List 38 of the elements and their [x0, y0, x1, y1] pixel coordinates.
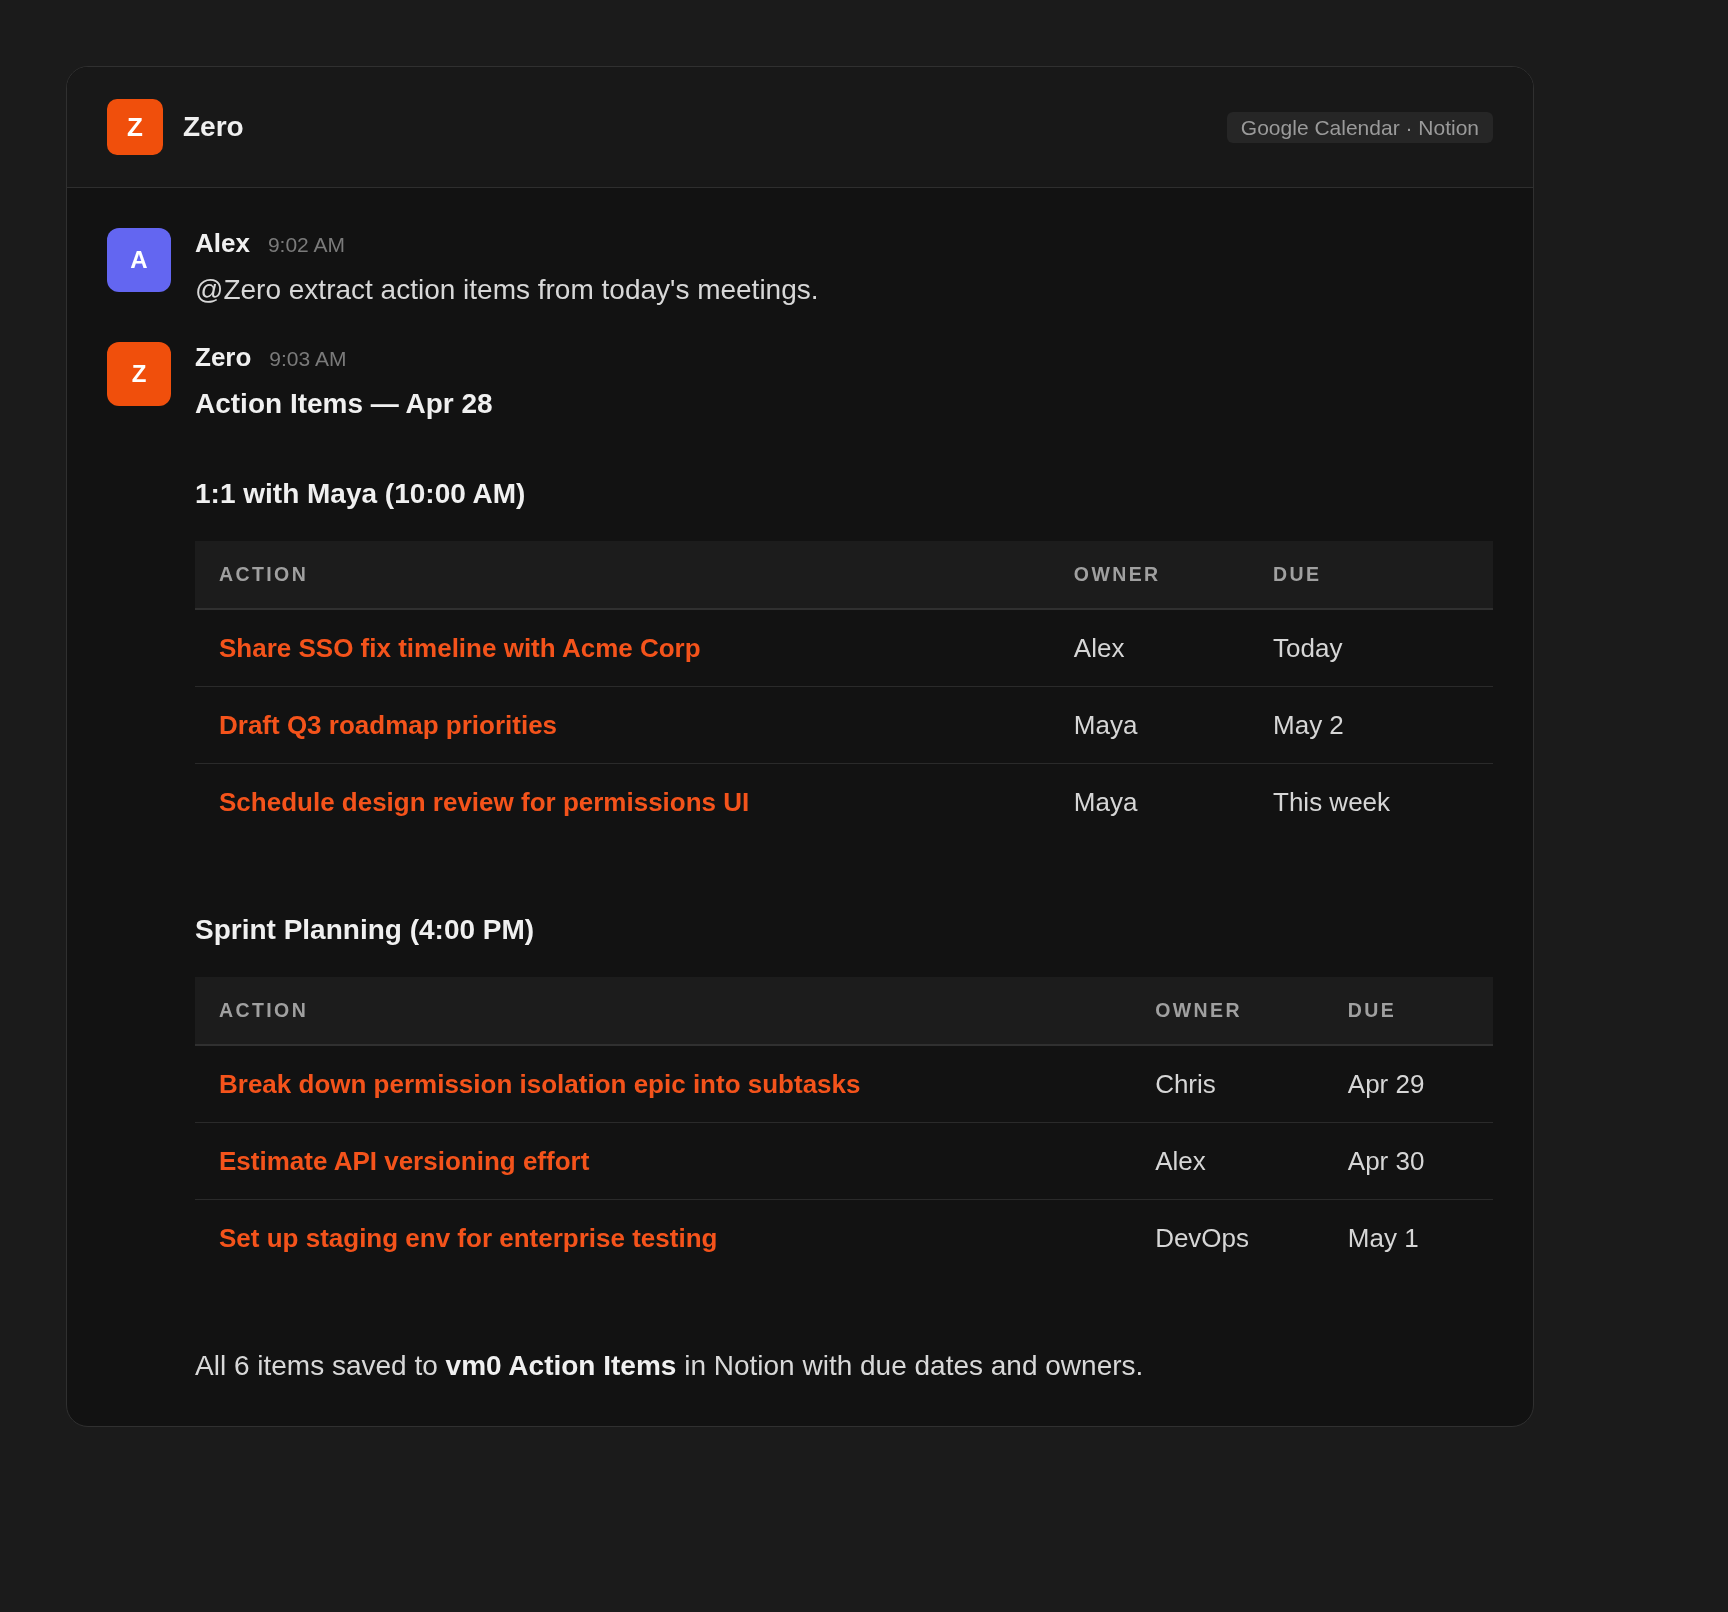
owner-name: Maya: [1073, 787, 1138, 817]
due-date: Apr 29: [1347, 1069, 1425, 1099]
report-title: Action Items — Apr 28: [195, 387, 494, 421]
app-logo: Z: [107, 99, 163, 155]
integrations-tag: Google Calendar · Notion: [1226, 111, 1493, 143]
author-name: Alex: [195, 228, 250, 258]
action-link[interactable]: Estimate API versioning effort: [219, 1146, 590, 1176]
message-text: @Zero extract action items from today's meetings.: [195, 273, 820, 307]
message-time: 9:02 AM: [267, 232, 345, 258]
app-title: Zero: [183, 111, 244, 143]
action-link[interactable]: Break down permission isolation epic into subtasks: [219, 1069, 861, 1099]
due-date: Today: [1273, 633, 1343, 663]
owner-name: DevOps: [1155, 1223, 1250, 1253]
owner-name: Alex: [1073, 633, 1125, 663]
action-link[interactable]: Set up staging env for enterprise testing: [219, 1223, 718, 1253]
author-name: Zero: [195, 342, 252, 372]
summary-text: All 6 items saved to vm0 Action Items in Notion with due dates and owners.: [195, 1349, 1145, 1383]
column-header: DUE: [1347, 999, 1397, 1021]
due-date: May 1: [1347, 1223, 1419, 1253]
action-link[interactable]: Schedule design review for permissions UI: [219, 787, 750, 817]
due-date: May 2: [1273, 710, 1344, 740]
due-date: This week: [1273, 787, 1391, 817]
column-header: OWNER: [1073, 563, 1161, 585]
column-header: DUE: [1273, 563, 1322, 585]
message-time: 9:03 AM: [269, 346, 347, 372]
avatar: A: [107, 228, 171, 292]
section-heading: Sprint Planning (4:00 PM): [195, 913, 536, 947]
column-header: ACTION: [219, 999, 309, 1021]
due-date: Apr 30: [1347, 1146, 1425, 1176]
action-link[interactable]: Draft Q3 roadmap priorities: [219, 710, 558, 740]
owner-name: Alex: [1155, 1146, 1206, 1176]
owner-name: Chris: [1155, 1069, 1216, 1099]
action-link[interactable]: Share SSO fix timeline with Acme Corp: [219, 633, 701, 663]
column-header: OWNER: [1155, 999, 1242, 1021]
avatar: Z: [107, 342, 171, 406]
section-heading: 1:1 with Maya (10:00 AM): [195, 477, 527, 511]
owner-name: Maya: [1073, 710, 1138, 740]
column-header: ACTION: [219, 563, 309, 585]
